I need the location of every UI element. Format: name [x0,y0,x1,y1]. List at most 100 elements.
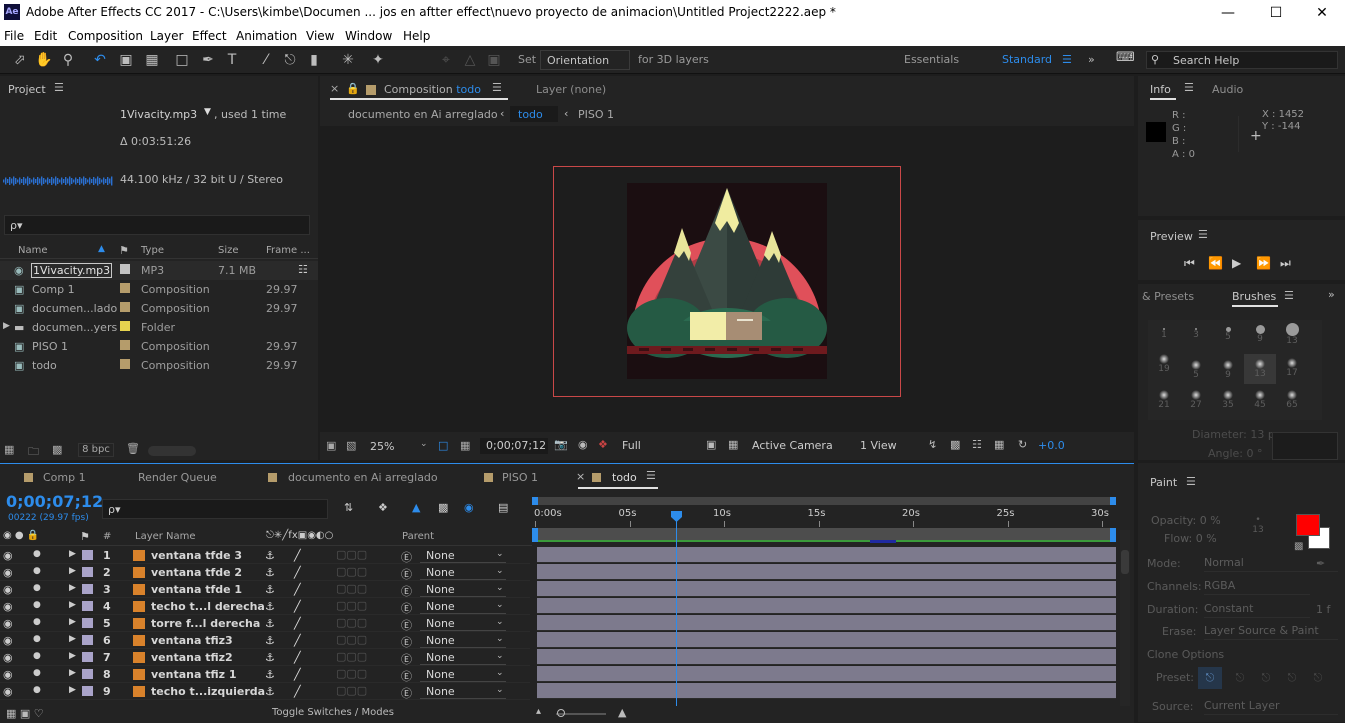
minimize-icon[interactable]: — [1214,2,1242,24]
draft-3d-icon[interactable]: ▩ [950,438,960,451]
paint-opacity[interactable]: Opacity: 0 % [1151,514,1221,527]
fast-previews-icon[interactable]: ▣ [706,438,716,451]
scroll-thumb[interactable] [1121,550,1129,574]
menu-composition[interactable]: Composition [68,29,143,43]
new-folder-icon[interactable]: 🗀 [28,443,39,462]
breadcrumb-todo[interactable]: todo [510,106,558,122]
shy-layers-icon[interactable]: ▲ [412,501,420,514]
workspace-standard[interactable]: Standard [1002,53,1052,66]
toggle-mask-visibility-icon[interactable]: ▦ [728,438,738,451]
timeline-vertical-scrollbar[interactable] [1120,530,1130,710]
column-size[interactable]: Size [218,245,239,256]
project-item[interactable]: ▣ todo Composition 29.97 [0,356,318,375]
clone-preset-4-icon[interactable]: ⎋ [1280,667,1304,689]
view-layout-dropdown[interactable]: 1 View [856,438,920,454]
bit-depth-button[interactable]: 8 bpc [78,443,114,457]
time-ruler[interactable]: 0:00s 05s 10s 15s 20s 25s 30s [532,506,1116,527]
local-axis-mode-icon[interactable]: ⌖ [436,50,456,70]
tab-todo[interactable]: todo [612,471,637,484]
menu-help[interactable]: Help [403,29,430,43]
work-area-end-handle[interactable] [1110,497,1116,505]
motion-blur-icon[interactable]: ◉ [464,501,474,514]
brush-tip[interactable]: 65 [1276,386,1308,410]
current-time-display[interactable]: 0;00;07;12 [480,438,548,454]
close-icon[interactable]: ✕ [1308,2,1336,24]
panel-menu-icon[interactable]: ☰ [1198,228,1208,241]
roto-brush-tool-icon[interactable]: ✳ [338,50,358,70]
zoom-out-icon[interactable]: ▴ [536,706,541,717]
tab-audio[interactable]: Audio [1212,83,1243,96]
layer-duration-bar[interactable] [537,615,1116,631]
graph-editor-icon[interactable]: ▤ [498,501,508,514]
paint-flow[interactable]: Flow: 0 % [1164,532,1217,545]
layer-duration-bar[interactable] [537,581,1116,597]
column-layer-name[interactable]: Layer Name [135,531,196,542]
project-item[interactable]: ▬ ▶ documen...yers Folder [0,318,318,337]
camera-view-dropdown[interactable]: Active Camera [746,438,848,454]
project-panel-title[interactable]: Project [8,83,46,96]
work-area-start-handle[interactable] [532,497,538,505]
fast-preview-grid-icon[interactable]: ▦ [994,438,1004,451]
new-composition-icon[interactable]: ▩ [52,443,62,456]
label-column-icon[interactable]: ⚑ [119,244,129,257]
show-snapshot-icon[interactable]: ◉ [578,438,588,451]
brush-tool-icon[interactable]: ⁄ [256,50,276,70]
frame-blending-icon[interactable]: ▩ [438,501,448,514]
clone-preset-5-icon[interactable]: ⎋ [1306,667,1330,689]
resolution-dropdown[interactable]: Full [616,438,698,454]
project-scrollbar[interactable] [148,446,196,456]
label-color-swatch[interactable] [120,264,130,274]
clone-preset-2-icon[interactable]: ⎋ [1228,667,1252,689]
brush-tip[interactable]: 9 [1212,354,1244,380]
paint-duration-frames[interactable]: 1 f [1316,603,1330,616]
foreground-color-swatch[interactable] [1296,514,1320,536]
transparency-grid-icon[interactable]: ▦ [460,439,470,452]
layer-duration-bar[interactable] [537,649,1116,665]
close-tab-icon[interactable]: × [330,82,339,95]
reset-exposure-icon[interactable]: ↻ [1018,438,1027,451]
brush-tip[interactable]: 19 [1148,354,1180,374]
tab-render-queue[interactable]: Render Queue [138,471,217,484]
playhead-line[interactable] [676,512,677,708]
monitor-icon[interactable]: ▧ [346,439,356,452]
toggle-pixel-aspect-icon[interactable]: ↯ [928,438,937,451]
layer-switches-toggle-icon[interactable]: ▦ ▣ ♡ [6,707,44,720]
tab-layer[interactable]: Layer (none) [536,83,606,96]
first-frame-icon[interactable]: ⏮ [1184,256,1195,271]
more-workspaces-icon[interactable]: » [1088,53,1095,66]
clone-preset-3-icon[interactable]: ⎋ [1254,667,1278,689]
clone-options-header[interactable]: Clone Options [1147,648,1224,661]
menu-window[interactable]: Window [345,29,392,43]
search-help-field[interactable]: ⚲ Search Help [1146,51,1338,69]
brush-tip[interactable]: 21 [1148,386,1180,410]
paint-channels-dropdown[interactable]: RGBA [1204,579,1310,595]
layer-duration-bar[interactable] [537,666,1116,682]
view-axis-mode-icon[interactable]: ▣ [484,50,504,70]
panel-menu-icon[interactable]: ☰ [646,469,656,482]
toggle-switches-modes-button[interactable]: Toggle Switches / Modes [272,707,394,718]
menu-layer[interactable]: Layer [150,29,183,43]
breadcrumb-documento[interactable]: documento en Ai arreglado [348,108,498,121]
brush-tip[interactable]: 9 [1244,322,1276,344]
clone-source-dropdown[interactable]: Current Layer [1204,699,1338,715]
project-item[interactable]: ▣ Comp 1 Composition 29.97 [0,280,318,299]
always-preview-icon[interactable]: ▣ [326,439,336,452]
brush-tip[interactable]: 35 [1212,386,1244,410]
pan-behind-tool-icon[interactable]: ▦ [142,50,162,70]
workspace-essentials[interactable]: Essentials [904,53,959,66]
zoom-tool-icon[interactable]: ⚲ [58,50,78,70]
draft-3d-toggle-icon[interactable]: ❖ [378,501,388,514]
project-item[interactable]: ◉ 1Vivacity.mp3 MP3 7.1 MB ☷ [0,261,318,280]
menu-animation[interactable]: Animation [236,29,297,43]
breadcrumb-piso[interactable]: PISO 1 [578,108,614,121]
brush-tip[interactable]: 17 [1276,354,1308,378]
expand-twirl-icon[interactable]: ▶ [3,321,10,331]
project-item[interactable]: ▣ documen...lado Composition 29.97 [0,299,318,318]
snapshot-camera-icon[interactable]: 📷 [554,438,568,451]
brush-tip[interactable]: 5 [1180,354,1212,380]
tab-comp-1[interactable]: Comp 1 [43,471,86,484]
brush-tip[interactable]: 5 [1212,322,1244,342]
hand-tool-icon[interactable]: ✋ [34,50,54,70]
region-of-interest-icon[interactable]: □ [438,439,448,452]
camera-tool-icon[interactable]: ▣ [116,50,136,70]
